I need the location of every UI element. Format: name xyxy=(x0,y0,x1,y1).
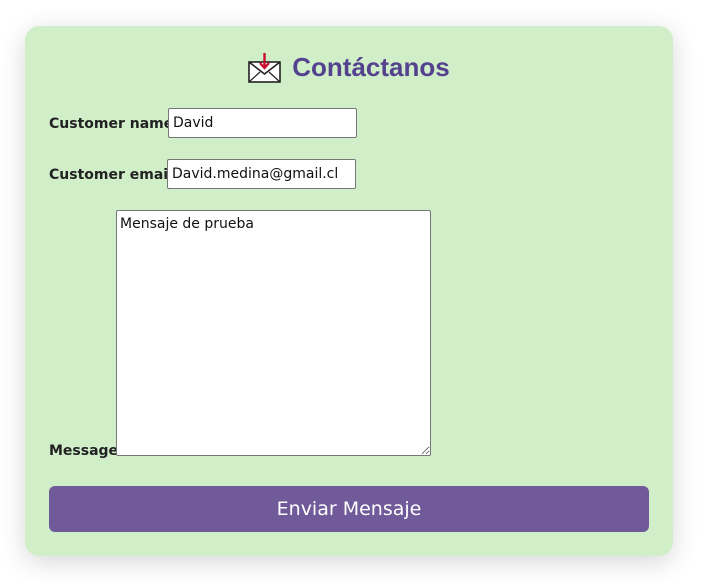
contact-form-card: Contáctanos Customer name Customer email… xyxy=(25,26,673,556)
form-title: Contáctanos xyxy=(292,52,450,82)
customer-name-label: Customer name xyxy=(49,116,174,132)
send-message-button[interactable]: Enviar Mensaje xyxy=(49,486,649,532)
envelope-download-icon xyxy=(248,52,282,84)
customer-email-input[interactable] xyxy=(167,159,356,189)
message-label: Message xyxy=(49,443,119,459)
customer-name-input[interactable] xyxy=(168,108,357,138)
message-textarea[interactable]: Mensaje de prueba xyxy=(116,210,431,456)
form-header: Contáctanos xyxy=(25,52,673,84)
customer-email-label: Customer email xyxy=(49,167,173,183)
